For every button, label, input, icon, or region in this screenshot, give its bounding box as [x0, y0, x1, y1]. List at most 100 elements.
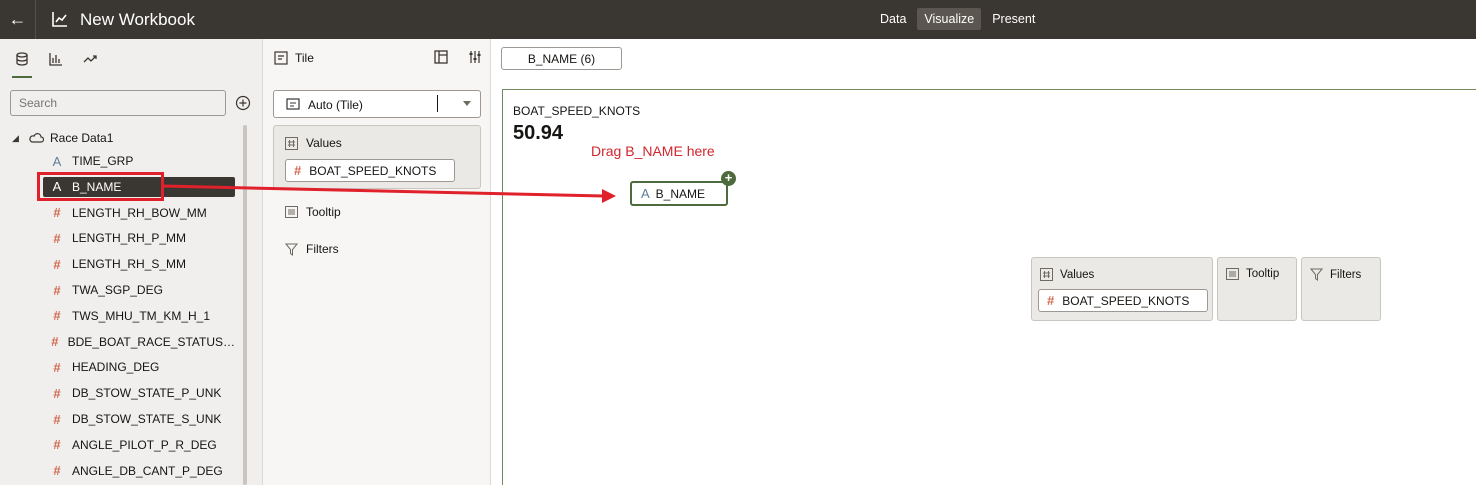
mini-filters-label: Filters — [1330, 268, 1362, 281]
measure-hash-icon: # — [51, 334, 59, 350]
mini-values-field-name: BOAT_SPEED_KNOTS — [1062, 293, 1190, 308]
attribute-a-icon: A — [52, 153, 62, 169]
scrollbar[interactable] — [243, 125, 247, 485]
field-item[interactable]: # TWA_SGP_DEG — [43, 280, 235, 300]
field-item[interactable]: # HEADING_DEG — [43, 357, 235, 377]
measure-hash-icon: # — [53, 437, 61, 453]
field-item[interactable]: # DB_STOW_STATE_S_UNK — [43, 409, 235, 429]
text-cursor — [437, 95, 438, 112]
tile-viz-icon — [286, 98, 300, 110]
collapse-triangle-icon[interactable]: ◢ — [12, 133, 22, 144]
analytics-tab-trend-icon[interactable] — [78, 49, 102, 69]
data-panel-tabs — [0, 39, 262, 79]
field-item[interactable]: # TWS_MHU_TM_KM_H_1 — [43, 306, 235, 326]
add-plus-icon[interactable] — [235, 95, 251, 111]
measure-label: BOAT_SPEED_KNOTS — [513, 104, 641, 118]
dataset-node[interactable]: ◢ Race Data1 — [12, 127, 232, 149]
dragged-field-name: B_NAME — [655, 186, 706, 201]
chevron-down-icon[interactable] — [463, 101, 471, 106]
mode-present-tab[interactable]: Present — [985, 8, 1042, 30]
field-item[interactable]: # DB_STOW_STATE_P_UNK — [43, 383, 235, 403]
search-input[interactable] — [10, 90, 226, 116]
field-item[interactable]: # ANGLE_DB_CANT_P_DEG — [43, 461, 235, 481]
tooltip-label: Tooltip — [306, 205, 341, 219]
field-item[interactable]: # ANGLE_PILOT_P_R_DEG — [43, 435, 235, 455]
mini-filters-drop-zone[interactable]: Filters — [1301, 257, 1381, 321]
measure-hash-icon: # — [53, 282, 61, 298]
field-name: LENGTH_RH_S_MM — [72, 257, 187, 272]
field-item[interactable]: # LENGTH_RH_P_MM — [43, 228, 235, 248]
tooltip-list-icon — [1226, 268, 1239, 280]
workbook-title[interactable]: New Workbook — [80, 10, 195, 30]
attribute-a-icon: A — [641, 186, 650, 201]
filter-pill[interactable]: B_NAME (6) — [501, 47, 622, 70]
grammar-tab-icon[interactable] — [433, 49, 449, 65]
field-item[interactable]: # LENGTH_RH_S_MM — [43, 254, 235, 274]
dragged-field-pill[interactable]: A B_NAME — [630, 181, 728, 206]
workbook-icon — [52, 12, 67, 27]
field-name: LENGTH_RH_BOW_MM — [72, 205, 207, 220]
viz-type-value: Auto (Tile) — [308, 98, 363, 112]
measure-hash-icon: # — [53, 230, 61, 246]
field-name: ANGLE_PILOT_P_R_DEG — [72, 437, 217, 452]
back-arrow-icon[interactable]: ← — [0, 0, 36, 39]
mini-values-label: Values — [1060, 268, 1095, 281]
measure-hash-icon: # — [53, 385, 61, 401]
viz-type-label: Tile — [295, 51, 314, 65]
field-name: HEADING_DEG — [72, 360, 160, 375]
plus-icon: + — [721, 171, 736, 186]
mode-switcher: Data Visualize Present — [873, 8, 1042, 30]
grammar-header: Tile — [263, 39, 491, 79]
tooltip-drop-zone[interactable]: Tooltip — [285, 205, 341, 219]
filters-label: Filters — [306, 242, 339, 256]
field-name: DB_STOW_STATE_P_UNK — [72, 386, 222, 401]
mini-values-drop-zone[interactable]: Values # BOAT_SPEED_KNOTS — [1031, 257, 1213, 321]
highlight-box — [37, 172, 164, 201]
field-name: TIME_GRP — [72, 154, 134, 168]
values-field-name: BOAT_SPEED_KNOTS — [309, 163, 437, 178]
canvas-filter-bar: B_NAME (6) — [492, 39, 1476, 79]
data-tab-database-icon[interactable] — [10, 49, 34, 78]
mini-values-field-pill[interactable]: # BOAT_SPEED_KNOTS — [1038, 289, 1208, 312]
mini-tooltip-drop-zone[interactable]: Tooltip — [1217, 257, 1297, 321]
top-bar: ← New Workbook Data Visualize Present — [0, 0, 1476, 39]
field-name: ANGLE_DB_CANT_P_DEG — [72, 463, 223, 478]
measure-hash-icon: # — [53, 205, 61, 221]
drag-instruction: Drag B_NAME here — [591, 143, 715, 159]
values-drop-zone[interactable]: Values # BOAT_SPEED_KNOTS — [273, 125, 481, 189]
measure-hash-icon: # — [53, 411, 61, 427]
filters-drop-zone[interactable]: Filters — [285, 242, 339, 256]
properties-sliders-icon[interactable] — [467, 49, 483, 65]
field-name: TWA_SGP_DEG — [72, 283, 163, 297]
tooltip-list-icon — [285, 206, 298, 218]
tile-viz-icon — [274, 51, 288, 65]
cloud-dataset-icon — [29, 133, 44, 143]
field-item[interactable]: # BDE_BOAT_RACE_STATUS… — [43, 332, 235, 352]
mini-tooltip-label: Tooltip — [1246, 268, 1280, 280]
measure-hash-icon: # — [53, 256, 61, 272]
measure-hash-icon: # — [294, 163, 302, 178]
measure-hash-icon: # — [53, 308, 61, 324]
visualizations-tab-bar-chart-icon[interactable] — [44, 49, 68, 69]
measure-hash-icon: # — [1047, 293, 1055, 308]
grammar-panel: Tile Auto (Tile) Values # BOAT_SPEED_KNO… — [263, 39, 491, 485]
dataset-name: Race Data1 — [50, 131, 114, 145]
data-panel: ◢ Race Data1 ATIME_GRPAB_NAME#LENGTH_RH_… — [0, 39, 263, 485]
values-field-pill[interactable]: # BOAT_SPEED_KNOTS — [285, 159, 455, 182]
hash-box-icon — [1040, 268, 1053, 281]
filter-funnel-icon — [1310, 268, 1323, 281]
field-name: LENGTH_RH_P_MM — [72, 231, 187, 246]
measure-hash-icon: # — [53, 359, 61, 375]
filter-funnel-icon — [285, 243, 298, 256]
values-label: Values — [306, 136, 342, 150]
measure-hash-icon: # — [53, 463, 61, 479]
mode-data-tab[interactable]: Data — [873, 8, 913, 30]
field-item[interactable]: A TIME_GRP — [43, 151, 235, 171]
hash-box-icon — [285, 136, 298, 150]
field-name: TWS_MHU_TM_KM_H_1 — [72, 308, 211, 323]
viz-type-dropdown[interactable]: Auto (Tile) — [273, 90, 481, 118]
mode-visualize-tab[interactable]: Visualize — [917, 8, 982, 30]
field-name: DB_STOW_STATE_S_UNK — [72, 412, 222, 426]
measure-value: 50.94 — [513, 122, 564, 144]
field-item[interactable]: # LENGTH_RH_BOW_MM — [43, 203, 235, 223]
